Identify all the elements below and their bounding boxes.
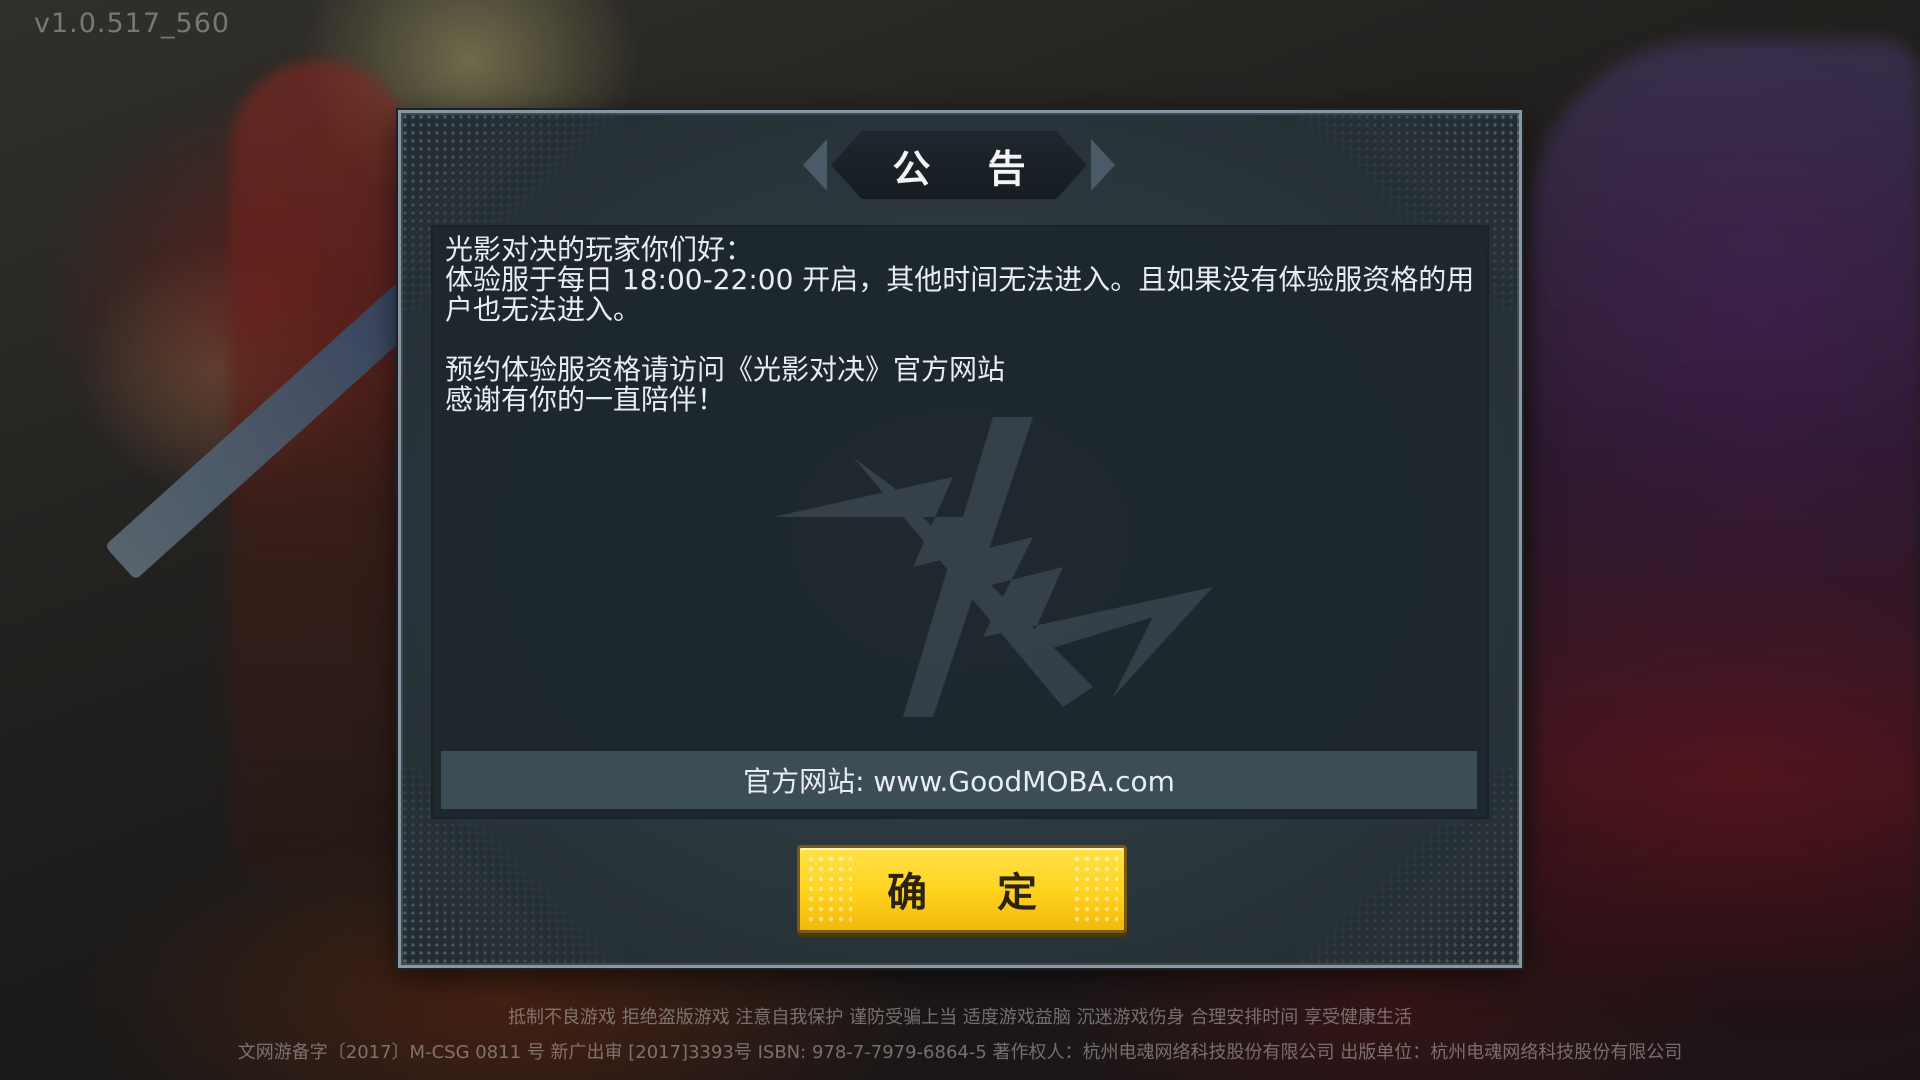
notice-text: 光影对决的玩家你们好： 体验服于每日 18:00-22:00 开启，其他时间无法…: [445, 233, 1475, 416]
dialog-title-banner: 公 告: [803, 131, 1115, 199]
license-info: 文网游备字〔2017〕M-CSG 0811 号 新广出审 [2017]3393号…: [237, 1042, 1683, 1063]
chevron-left-icon: [803, 139, 827, 191]
game-logo-watermark-icon: [773, 417, 1213, 717]
confirm-button-label: 确 定: [887, 870, 1065, 916]
notice-content-panel[interactable]: 光影对决的玩家你们好： 体验服于每日 18:00-22:00 开启，其他时间无法…: [431, 225, 1489, 819]
confirm-button[interactable]: 确 定: [797, 845, 1127, 933]
button-decoration: [1072, 854, 1118, 924]
chevron-right-icon: [1091, 139, 1115, 191]
version-label: v1.0.517_560: [34, 8, 231, 39]
official-website-bar[interactable]: 官方网站: www.GoodMOBA.com: [441, 751, 1477, 809]
button-decoration: [806, 854, 852, 924]
title-box: 公 告: [831, 131, 1087, 199]
health-gaming-notice: 抵制不良游戏 拒绝盗版游戏 注意自我保护 谨防受骗上当 适度游戏益脑 沉迷游戏伤…: [507, 1007, 1413, 1028]
announcement-dialog: 公 告 光影对决的玩家你们好： 体验服于每日 18:00-22:00 开启，其他…: [398, 110, 1522, 968]
dialog-title: 公 告: [892, 146, 1048, 191]
